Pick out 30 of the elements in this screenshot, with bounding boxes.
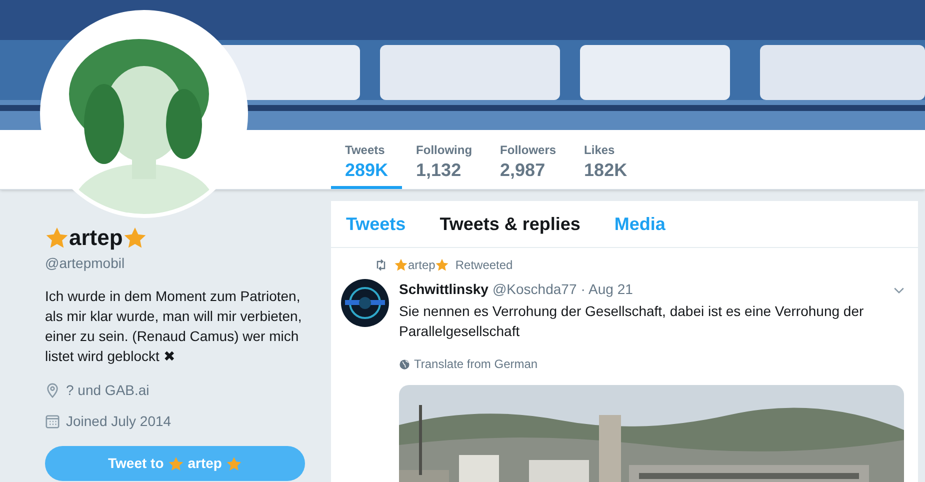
star-icon [435, 258, 450, 272]
translate-link[interactable]: Translate from German [414, 355, 538, 373]
star-icon [122, 226, 147, 250]
timeline-tab[interactable]: Tweets [346, 210, 406, 238]
stat-tab[interactable]: Likes 182K [570, 130, 642, 189]
retweet-icon [374, 258, 388, 272]
retweeter-name[interactable]: artep [394, 256, 450, 274]
tweet-time[interactable]: · Aug 21 [580, 279, 633, 300]
stat-tab[interactable]: Following 1,132 [402, 130, 486, 189]
timeline-tab[interactable]: Media [614, 210, 666, 238]
profile-location: ? und GAB.ai [66, 381, 150, 400]
timeline-tab[interactable]: Tweets & replies [440, 210, 580, 238]
profile-handle: @artepmobil [45, 254, 126, 273]
globe-icon [399, 358, 410, 370]
location-pin-icon [45, 383, 60, 398]
star-icon [45, 226, 69, 250]
tweet-to-button[interactable]: Tweet to artep [45, 446, 305, 481]
tweet-handle: @Koschda77 [492, 280, 577, 299]
star-icon [226, 456, 242, 472]
profile-name: artep [45, 224, 306, 252]
profile-joined-date: Joined July 2014 [66, 412, 172, 431]
stat-tab[interactable]: Tweets 289K [331, 130, 402, 189]
tweet-author[interactable]: Schwittlinsky [399, 279, 488, 300]
star-icon [394, 258, 408, 272]
star-icon [168, 456, 184, 472]
retweet-label: Retweeted [455, 257, 513, 274]
tweet-text: Sie nennen es Verrohung der Gesellschaft, dabei ist es eine Verrohung der Parallelgesellschaft [399, 302, 865, 341]
profile-bio: Ich wurde in dem Moment zum Patrioten, als mir klar wurde, man will mir verbieten, einer zu sein. (Renaud Camus) wer mich listet wird geblockt ✖ [45, 287, 303, 366]
stat-tab[interactable]: Followers 2,987 [486, 130, 570, 189]
calendar-icon [45, 414, 60, 429]
